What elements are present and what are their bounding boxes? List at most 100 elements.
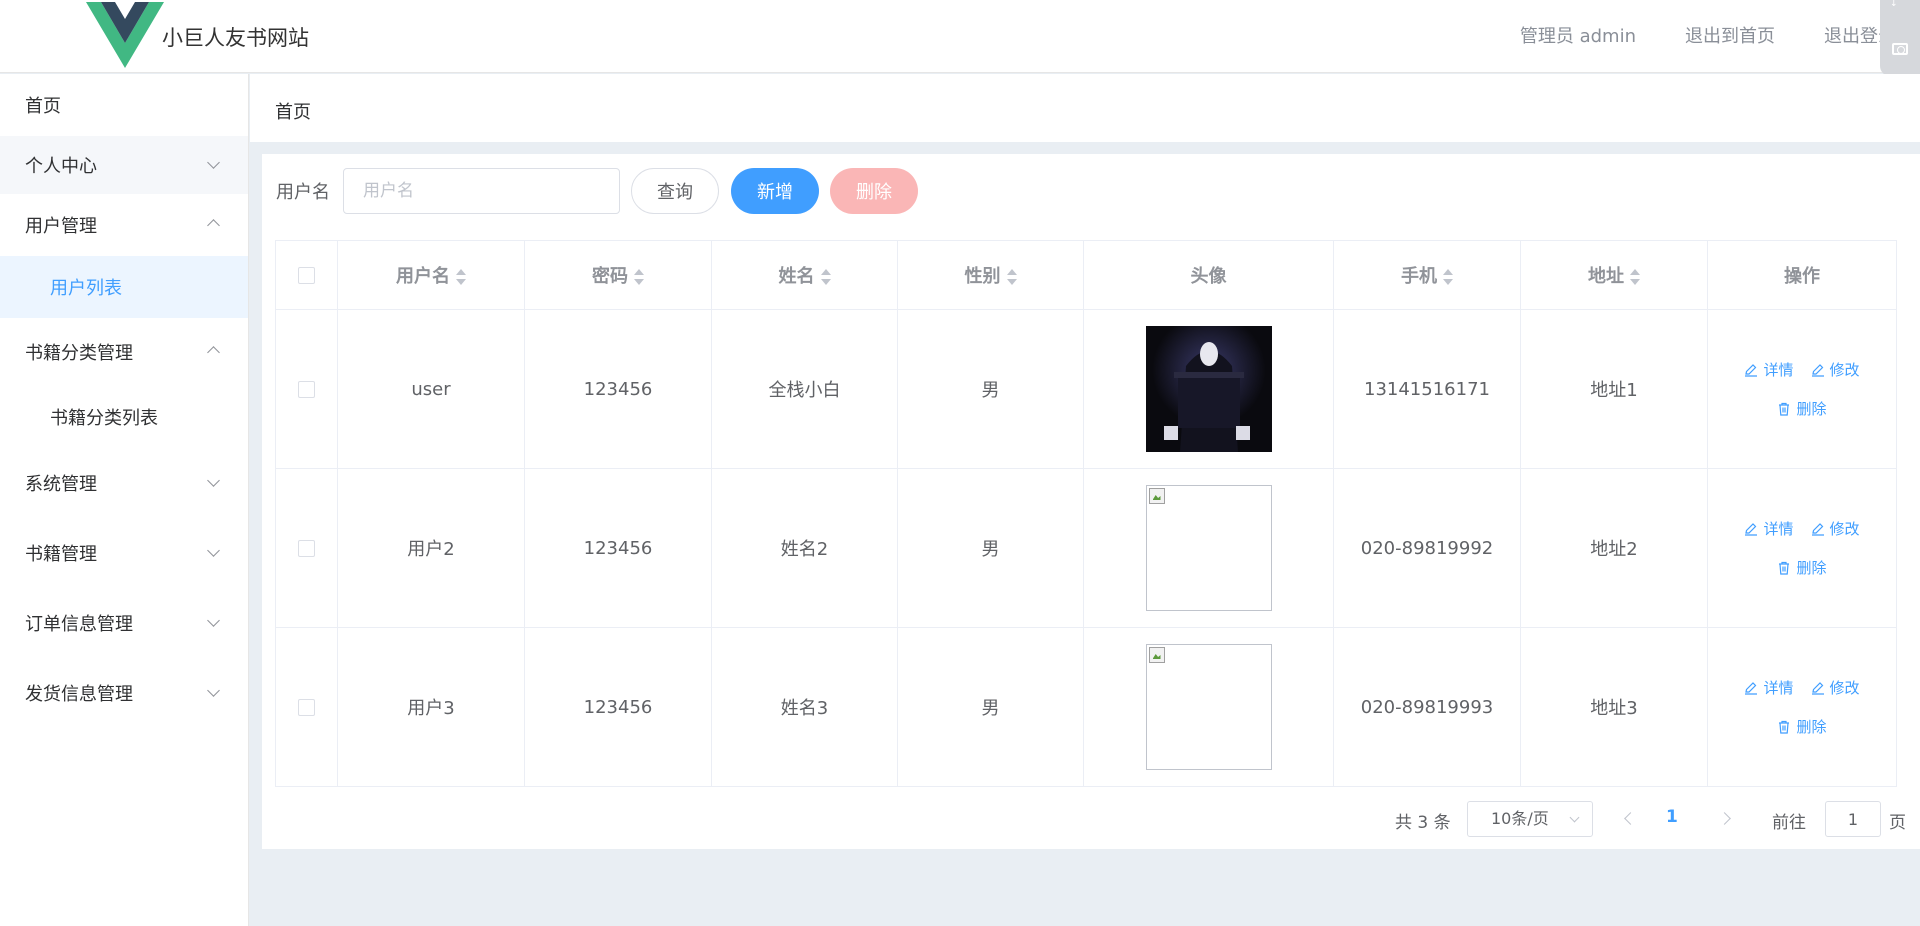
cell-username: 用户2 — [337, 468, 525, 628]
delete-link[interactable]: 删除 — [1777, 557, 1827, 578]
header-phone[interactable]: 手机 — [1333, 240, 1521, 310]
detail-label: 详情 — [1763, 520, 1794, 538]
header-label: 性别 — [964, 266, 1001, 287]
select-all-checkbox[interactable] — [298, 267, 315, 284]
cell-name: 全栈小白 — [711, 309, 898, 469]
edit-link[interactable]: 修改 — [1811, 677, 1860, 698]
cell-username: 用户3 — [337, 627, 525, 787]
table-row: user 123456 全栈小白 男 13141516171 地址1 详情 修改… — [275, 309, 1897, 469]
detail-link[interactable]: 详情 — [1744, 359, 1794, 380]
query-button[interactable]: 查询 — [631, 168, 719, 214]
header-username[interactable]: 用户名 — [337, 240, 525, 310]
row-checkbox[interactable] — [298, 381, 315, 398]
current-page-number[interactable]: 1 — [1666, 807, 1678, 827]
sidebar-item-label: 书籍分类列表 — [50, 408, 158, 429]
header-actions: 操作 — [1707, 240, 1897, 310]
row-checkbox[interactable] — [298, 540, 315, 557]
sidebar-item-book-management[interactable]: 书籍管理 — [0, 518, 248, 588]
detail-link[interactable]: 详情 — [1744, 518, 1794, 539]
edit-link[interactable]: 修改 — [1811, 359, 1860, 380]
header-select-all[interactable] — [275, 240, 338, 310]
trash-icon — [1779, 561, 1790, 575]
search-label: 用户名 — [276, 182, 330, 203]
cell-phone: 020-89819992 — [1333, 468, 1521, 628]
sort-icon[interactable] — [1006, 269, 1017, 285]
header-label: 用户名 — [396, 266, 450, 287]
detail-label: 详情 — [1763, 361, 1794, 379]
username-search-input[interactable] — [343, 168, 620, 214]
sidebar-item-system-management[interactable]: 系统管理 — [0, 448, 248, 518]
sidebar-item-shipping-management[interactable]: 发货信息管理 — [0, 658, 248, 728]
cell-name: 姓名3 — [711, 627, 898, 787]
sidebar-item-order-management[interactable]: 订单信息管理 — [0, 588, 248, 658]
cell-name: 姓名2 — [711, 468, 898, 628]
chevron-down-icon — [207, 614, 220, 627]
trash-icon — [1779, 720, 1790, 734]
top-header: 小巨人友书网站 管理员 admin 退出到首页 退出登录 ↓ — [0, 0, 1920, 76]
sidebar-item-personal-center[interactable]: 个人中心 — [0, 136, 248, 194]
edit-label: 修改 — [1829, 679, 1860, 697]
sort-icon[interactable] — [1630, 269, 1640, 285]
header-address[interactable]: 地址 — [1520, 240, 1708, 310]
prev-page-icon[interactable] — [1624, 812, 1637, 825]
delete-link[interactable]: 删除 — [1777, 716, 1827, 737]
site-title: 小巨人友书网站 — [162, 26, 309, 50]
broken-avatar-image[interactable] — [1145, 485, 1272, 611]
goto-page-input[interactable] — [1825, 801, 1881, 837]
page-suffix: 页 — [1889, 813, 1906, 833]
cell-avatar — [1083, 468, 1334, 628]
delete-label: 删除 — [1796, 718, 1827, 736]
cell-password: 123456 — [524, 309, 712, 469]
pagination: 共 3 条 10条/页 1 前往 页 — [262, 801, 1920, 837]
detail-link[interactable]: 详情 — [1744, 677, 1794, 698]
header-links: 管理员 admin 退出到首页 退出登录 — [1520, 22, 1896, 48]
edit-icon — [1745, 363, 1758, 377]
sidebar-item-user-list[interactable]: 用户列表 — [0, 256, 248, 318]
cell-phone: 13141516171 — [1333, 309, 1521, 469]
main-card: 用户名 查询 新增 删除 用户名 密码 姓名 性别 头像 手机 地址 操作 — [262, 154, 1920, 849]
row-select-cell — [275, 309, 338, 469]
cell-gender: 男 — [897, 627, 1084, 787]
camera-icon — [1892, 43, 1908, 55]
sidebar-item-book-category-management[interactable]: 书籍分类管理 — [0, 318, 248, 386]
delete-label: 删除 — [1796, 400, 1827, 418]
header-gender[interactable]: 性别 — [897, 240, 1084, 310]
header-label: 操作 — [1784, 266, 1820, 287]
sidebar-item-label: 首页 — [25, 96, 61, 117]
chevron-down-icon — [207, 474, 220, 487]
chevron-down-icon — [207, 544, 220, 557]
header-label: 地址 — [1588, 266, 1624, 287]
next-page-icon[interactable] — [1718, 812, 1731, 825]
delete-button[interactable]: 删除 — [830, 168, 918, 214]
broken-avatar-image[interactable] — [1145, 644, 1272, 770]
edit-icon — [1745, 522, 1758, 536]
sidebar-item-book-category-list[interactable]: 书籍分类列表 — [0, 386, 248, 448]
header-name[interactable]: 姓名 — [711, 240, 898, 310]
floating-screenshot-widget[interactable]: ↓ — [1880, 0, 1920, 76]
edit-link[interactable]: 修改 — [1811, 518, 1860, 539]
sort-icon[interactable] — [820, 269, 831, 285]
sidebar-item-user-management[interactable]: 用户管理 — [0, 194, 248, 256]
add-button[interactable]: 新增 — [731, 168, 819, 214]
breadcrumb-bar: 首页 — [250, 74, 1920, 142]
edit-icon — [1811, 363, 1824, 377]
sort-icon[interactable] — [634, 269, 644, 285]
cell-gender: 男 — [897, 468, 1084, 628]
sidebar-item-home[interactable]: 首页 — [0, 74, 248, 136]
cell-actions: 详情 修改 删除 — [1707, 309, 1897, 469]
breadcrumb[interactable]: 首页 — [275, 98, 311, 124]
sidebar-item-label: 系统管理 — [25, 474, 97, 495]
row-checkbox[interactable] — [298, 699, 315, 716]
sort-icon[interactable] — [456, 269, 466, 285]
header-password[interactable]: 密码 — [524, 240, 712, 310]
delete-link[interactable]: 删除 — [1777, 398, 1827, 419]
page-size-select[interactable]: 10条/页 — [1467, 801, 1593, 837]
chevron-up-icon — [207, 219, 220, 232]
edit-icon — [1745, 681, 1758, 695]
edit-label: 修改 — [1829, 361, 1860, 379]
sort-icon[interactable] — [1443, 269, 1453, 285]
header-label: 手机 — [1401, 266, 1437, 287]
network-speed-indicator: ↓ — [1890, 0, 1898, 9]
avatar-image[interactable] — [1145, 326, 1272, 452]
back-home-link[interactable]: 退出到首页 — [1685, 22, 1775, 48]
